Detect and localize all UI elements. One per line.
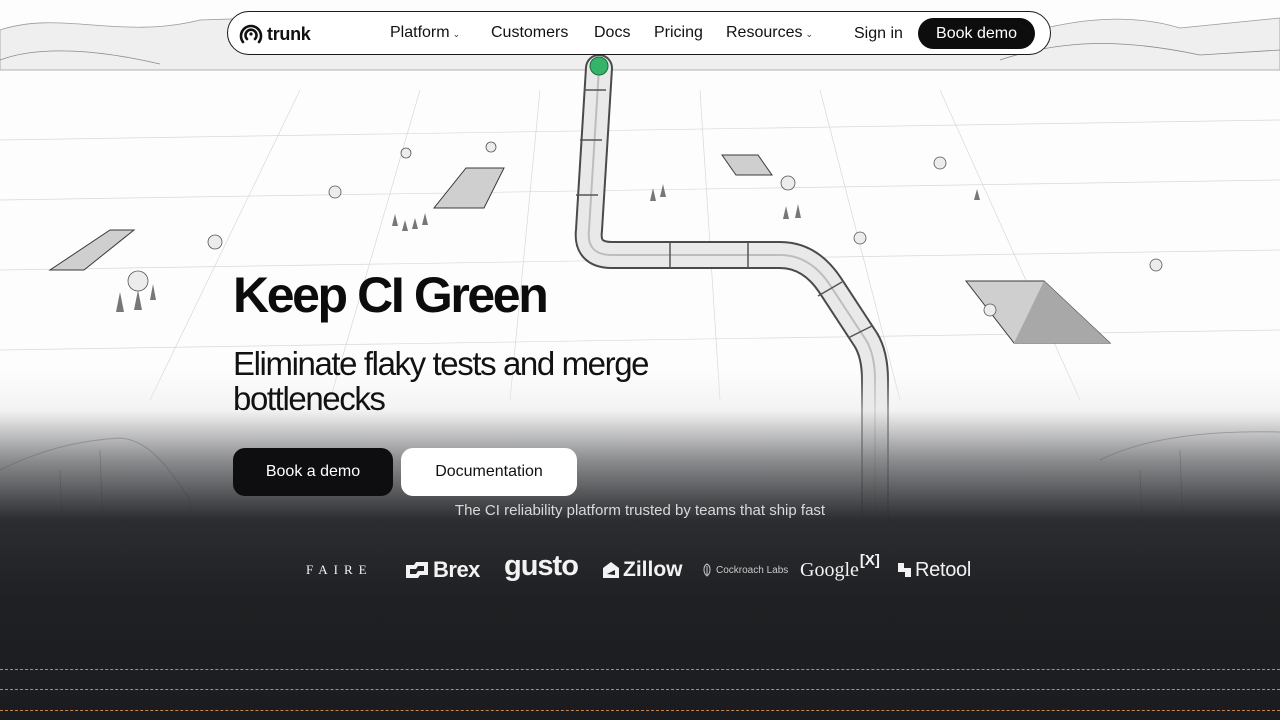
faire-logo: FAIRE [306,562,373,577]
gusto-logo: gusto [504,549,579,582]
retool-wordmark: Retool [915,558,972,581]
top-navigation: trunk Platform ⌄ Customers Docs Pricing … [227,11,1051,55]
trunk-logo[interactable]: trunk [238,21,311,47]
nav-item-pricing[interactable]: Pricing [654,24,703,42]
logo-wordmark: trunk [267,23,311,44]
cockroach-wordmark: Cockroach Labs [716,564,789,576]
brex-mark-icon [406,562,428,578]
brex-wordmark: Brex [433,557,480,582]
hero-subtitle: Eliminate flaky tests and merge bottlene… [233,345,650,417]
dashed-divider [0,669,1280,670]
google-wordmark: Google [800,558,859,581]
trusted-by-text: The CI reliability platform trusted by t… [454,502,826,519]
nav-label: Resources [726,24,803,41]
zillow-logo: Zillow [602,552,683,588]
retool-logo: Retool [898,552,971,588]
x-superscript: [X] [859,551,880,569]
dashed-divider [0,689,1280,690]
nav-item-customers[interactable]: Customers [491,24,568,42]
chevron-down-icon: ⌄ [452,28,461,39]
nav-item-docs[interactable]: Docs [594,24,630,42]
nav-label: Customers [491,24,569,41]
book-demo-button[interactable]: Book demo [918,18,1035,49]
nav-label: Platform [390,24,450,41]
zillow-house-icon [603,562,619,578]
cockroach-labs-logo: Cockroach Labs [702,552,788,588]
nav-item-resources[interactable]: Resources ⌄ [726,24,813,42]
nav-item-platform[interactable]: Platform ⌄ [390,24,460,42]
retool-mark-icon [898,563,911,577]
zillow-wordmark: Zillow [623,558,683,581]
chevron-down-icon: ⌄ [805,28,814,39]
nav-label: Pricing [654,24,703,41]
brex-logo: Brex [405,552,480,588]
documentation-button[interactable]: Documentation [401,448,577,496]
customer-logos: FAIRE Brex gusto Zillow Cockroach Labs G… [0,550,1280,588]
sign-in-link[interactable]: Sign in [854,25,903,43]
google-x-logo: Google [X] [800,552,880,588]
nav-label: Docs [594,24,631,41]
trunk-rings-icon [239,24,263,44]
dashed-divider [0,710,1280,711]
book-a-demo-button[interactable]: Book a demo [233,448,393,496]
cockroach-icon [703,563,711,577]
hero-title: Keep CI Green [233,267,549,323]
